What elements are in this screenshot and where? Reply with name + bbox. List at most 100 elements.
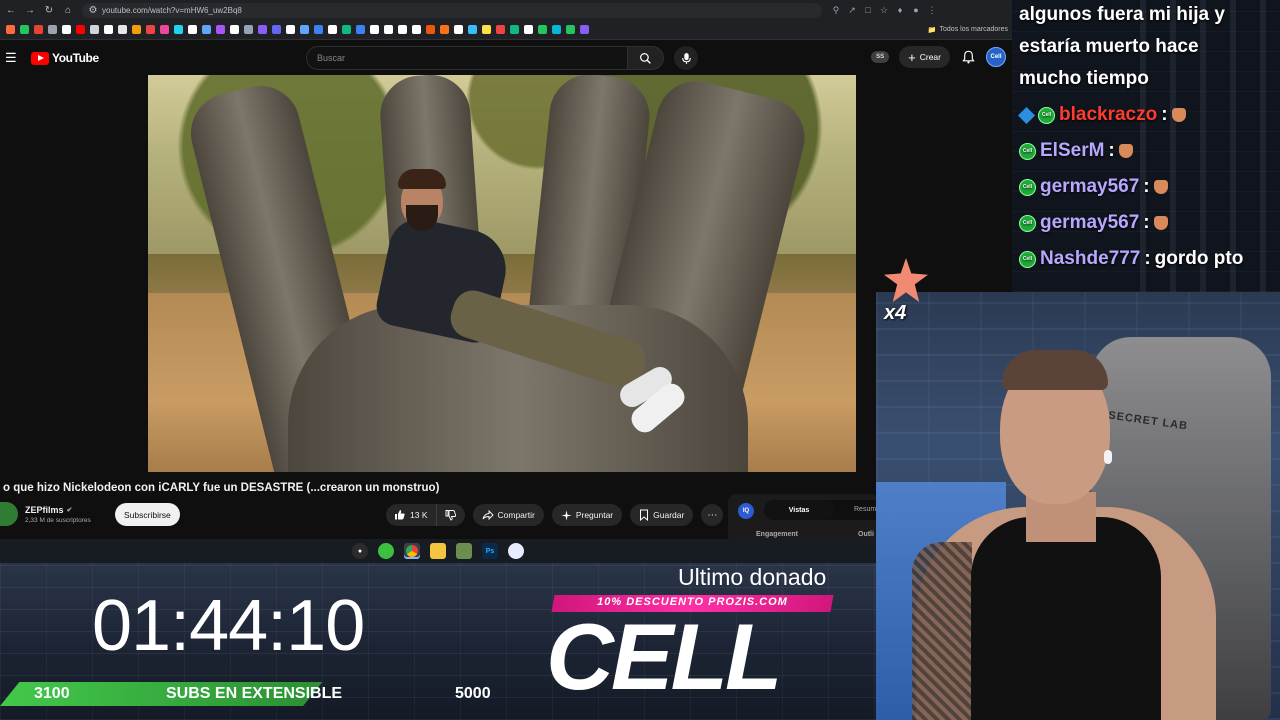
reload-icon[interactable]: ↻ (41, 2, 57, 18)
sub-alert-emote (872, 258, 932, 306)
tab-resumen[interactable]: Resum (854, 506, 876, 513)
starfish-emote-icon (884, 258, 928, 302)
channel-avatar[interactable] (0, 502, 18, 526)
channel-name-row[interactable]: ZEPfilms ✔ (25, 505, 91, 515)
bookmark-favicon-icon[interactable] (272, 25, 281, 34)
bookmark-favicon-icon[interactable] (356, 25, 365, 34)
chat-username[interactable]: Nashde777 (1040, 248, 1140, 270)
dislike-button[interactable] (437, 504, 465, 526)
bookmark-favicon-icon[interactable] (216, 25, 225, 34)
save-button[interactable]: Guardar (630, 504, 694, 526)
extension-icon[interactable]: ♦ (894, 4, 906, 16)
bookmark-favicon-icon[interactable] (538, 25, 547, 34)
channel-name[interactable]: ZEPfilms (25, 505, 64, 515)
hamburger-menu-icon[interactable]: ☰ (5, 50, 19, 66)
bookmark-favicon-icon[interactable] (118, 25, 127, 34)
share-icon[interactable]: ↗ (846, 4, 858, 16)
bookmark-favicon-icon[interactable] (398, 25, 407, 34)
subs-current: 3100 (34, 685, 70, 702)
chat-line: Cell Nashde777 : gordo pto (1019, 248, 1243, 270)
obs-icon[interactable]: ● (352, 543, 368, 559)
bookmark-favicon-icon[interactable] (440, 25, 449, 34)
zoom-icon[interactable]: ⚲ (830, 4, 842, 16)
subscribe-button[interactable]: Subscribirse (115, 503, 180, 526)
emote-icon (1118, 144, 1133, 158)
bookmark-favicon-icon[interactable] (90, 25, 99, 34)
bookmark-favicon-icon[interactable] (300, 25, 309, 34)
voice-search-button[interactable] (674, 46, 698, 70)
url-field[interactable]: ⚙ youtube.com/watch?v=mHW6_uw2Bq8 (82, 2, 822, 18)
file-explorer-icon[interactable] (430, 543, 446, 559)
bookmark-favicon-icon[interactable] (510, 25, 519, 34)
bookmark-favicon-icon[interactable] (174, 25, 183, 34)
forward-icon[interactable]: → (22, 2, 38, 18)
all-bookmarks-folder[interactable]: 📁 Todos los marcadores (928, 26, 1012, 34)
home-icon[interactable]: ⌂ (60, 2, 76, 18)
bookmark-favicon-icon[interactable] (48, 25, 57, 34)
bookmark-favicon-icon[interactable] (62, 25, 71, 34)
bookmark-favicon-icon[interactable] (188, 25, 197, 34)
bookmark-favicon-icon[interactable] (34, 25, 43, 34)
bookmark-favicon-icon[interactable] (76, 25, 85, 34)
bookmark-favicon-icon[interactable] (328, 25, 337, 34)
bookmark-favicon-icon[interactable] (454, 25, 463, 34)
minecraft-icon[interactable] (456, 543, 472, 559)
youtube-logo[interactable]: YouTube (31, 51, 99, 65)
analytics-logo-icon[interactable]: IQ (738, 503, 754, 519)
bookmark-favicon-icon[interactable] (580, 25, 589, 34)
chrome-icon[interactable] (404, 543, 420, 559)
bookmark-favicon-icon[interactable] (202, 25, 211, 34)
app-icon[interactable] (508, 543, 524, 559)
engagement-label: Engagement (756, 531, 799, 538)
create-button[interactable]: + Crear (899, 46, 950, 68)
bookmark-favicon-icon[interactable] (258, 25, 267, 34)
bookmark-favicon-icon[interactable] (566, 25, 575, 34)
tab-vistas[interactable]: Vistas (764, 500, 834, 520)
video-player[interactable] (148, 75, 856, 472)
more-actions-button[interactable]: ⋯ (701, 504, 724, 526)
bookmark-favicon-icon[interactable] (286, 25, 295, 34)
search-button[interactable] (628, 46, 664, 70)
bookmark-favicon-icon[interactable] (384, 25, 393, 34)
ask-button[interactable]: Preguntar (551, 504, 623, 526)
install-icon[interactable]: □ (862, 4, 874, 16)
chat-username[interactable]: germay567 (1040, 176, 1139, 198)
bookmark-favicon-icon[interactable] (20, 25, 29, 34)
site-info-icon[interactable]: ⚙ (88, 2, 98, 18)
star-icon[interactable]: ☆ (878, 4, 890, 16)
bookmark-favicon-icon[interactable] (6, 25, 15, 34)
chat-colon: : (1143, 212, 1150, 233)
bookmark-favicon-icon[interactable] (104, 25, 113, 34)
bookmark-favicon-icon[interactable] (160, 25, 169, 34)
search-input[interactable] (306, 46, 628, 70)
xbox-icon[interactable] (378, 543, 394, 559)
notifications-button[interactable] (960, 49, 976, 65)
profile-icon[interactable]: ● (910, 4, 922, 16)
bookmark-favicon-icon[interactable] (342, 25, 351, 34)
photoshop-icon[interactable]: Ps (482, 543, 498, 559)
bookmark-favicon-icon[interactable] (412, 25, 421, 34)
menu-icon[interactable]: ⋮ (926, 4, 938, 16)
bookmark-favicon-icon[interactable] (230, 25, 239, 34)
chat-username[interactable]: blackraczo (1059, 104, 1157, 126)
chat-username[interactable]: germay567 (1040, 212, 1139, 234)
bookmark-favicon-icon[interactable] (314, 25, 323, 34)
bookmark-favicon-icon[interactable] (496, 25, 505, 34)
bookmark-favicon-icon[interactable] (146, 25, 155, 34)
bookmark-icon (640, 509, 649, 521)
bookmark-favicon-icon[interactable] (132, 25, 141, 34)
bookmark-favicon-icon[interactable] (524, 25, 533, 34)
bookmark-favicon-icon[interactable] (482, 25, 491, 34)
share-button[interactable]: Compartir (472, 504, 544, 526)
account-avatar[interactable]: Cell (986, 47, 1006, 67)
search-box (306, 46, 698, 70)
chat-username[interactable]: ElSerM (1040, 140, 1104, 162)
more-icon: ⋯ (707, 509, 718, 521)
bookmark-favicon-icon[interactable] (244, 25, 253, 34)
bookmark-favicon-icon[interactable] (370, 25, 379, 34)
like-button[interactable]: 13 K (386, 504, 437, 526)
bookmark-favicon-icon[interactable] (552, 25, 561, 34)
back-icon[interactable]: ← (3, 2, 19, 18)
bookmark-favicon-icon[interactable] (426, 25, 435, 34)
bookmark-favicon-icon[interactable] (468, 25, 477, 34)
